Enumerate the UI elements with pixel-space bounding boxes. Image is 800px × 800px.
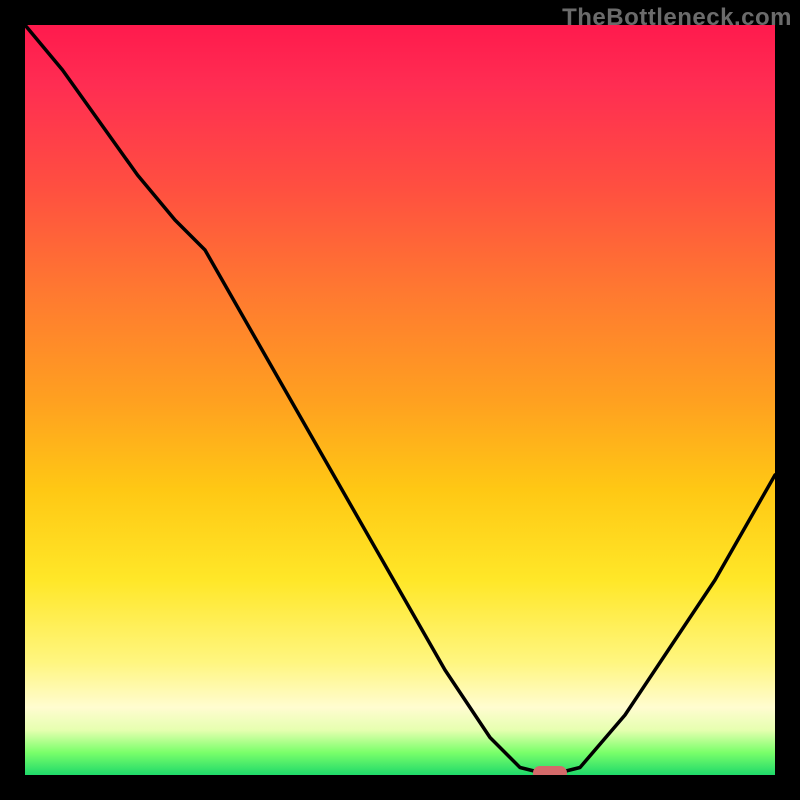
optimal-marker bbox=[533, 766, 567, 775]
watermark-text: TheBottleneck.com bbox=[562, 4, 792, 32]
bottleneck-curve bbox=[25, 25, 775, 775]
plot-area bbox=[25, 25, 775, 775]
chart-frame: TheBottleneck.com bbox=[0, 0, 800, 800]
